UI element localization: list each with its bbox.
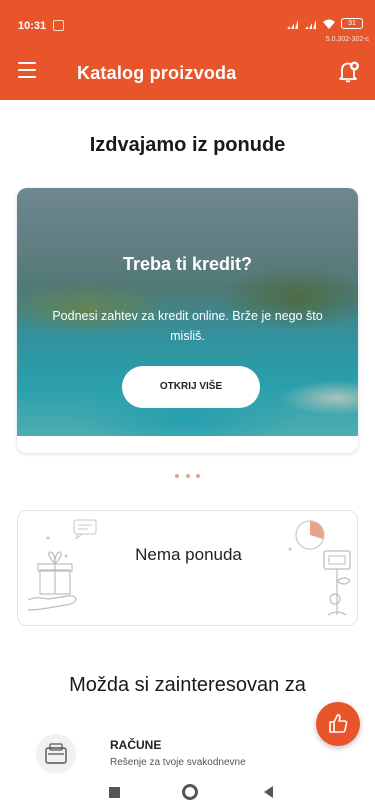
home-icon[interactable]	[182, 784, 198, 800]
thumbs-up-icon	[329, 714, 348, 733]
menu-icon[interactable]	[18, 62, 38, 78]
suggestion-name: RAČUNE	[110, 738, 162, 752]
page-title: Katalog proizvoda	[77, 63, 237, 83]
back-icon[interactable]	[264, 786, 273, 798]
status-indicators: 31	[287, 18, 363, 29]
featured-title: Izdvajamo iz ponude	[89, 134, 286, 156]
suggestions-title: Možda si zainteresovan za	[69, 674, 306, 696]
notification-icon	[53, 20, 64, 31]
chart-plant-illustration	[288, 520, 351, 616]
status-bar: 10:31 31 5.0.302-302-c	[0, 0, 375, 43]
gift-hand-illustration	[27, 519, 97, 611]
promo-title: Treba ti kredit?	[122, 254, 253, 274]
promo-description: Podnesi zahtev za kredit online. Brže je…	[52, 309, 323, 343]
wifi-icon	[323, 19, 335, 29]
app-version: 5.0.302-302-c	[325, 36, 369, 43]
carousel-dot[interactable]	[185, 474, 190, 478]
discover-more-button[interactable]: OTKRIJ VIŠE	[122, 366, 260, 408]
wallet-icon	[36, 734, 76, 774]
suggestion-description: Rešenje za tvoje svakodnevne	[110, 757, 246, 768]
carousel-indicator[interactable]	[0, 465, 375, 483]
carousel-dot[interactable]	[175, 474, 180, 478]
recent-apps-icon[interactable]	[109, 787, 120, 798]
suggestion-item-racune[interactable]: RAČUNE Rešenje za tvoje svakodnevne	[36, 730, 336, 775]
signal-icon	[287, 19, 298, 29]
system-navigation-bar	[0, 774, 375, 812]
carousel-dot[interactable]	[195, 474, 200, 478]
offers-empty-card: Nema ponuda	[17, 510, 358, 626]
signal-icon	[305, 19, 316, 29]
status-time: 10:31	[18, 20, 47, 32]
promo-card[interactable]: Treba ti kredit? Podnesi zahtev za kredi…	[17, 188, 358, 453]
app-bar: 10:31 31 5.0.302-302-c Katalog proizvoda	[0, 0, 375, 100]
feedback-button[interactable]	[316, 702, 360, 746]
battery-icon: 31	[341, 18, 363, 29]
notification-bell-icon[interactable]	[335, 58, 361, 84]
